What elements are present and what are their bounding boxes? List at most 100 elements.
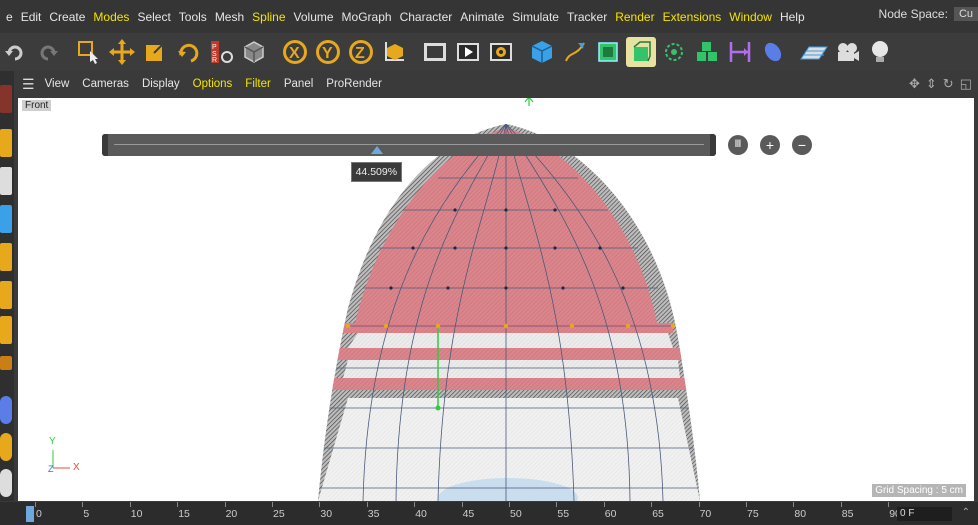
node-space-label: Node Space:	[878, 7, 948, 21]
viewport-front[interactable]: Front Ⅲ + − 44.509% Y Z X Grid Spacing :…	[18, 98, 974, 501]
timeline-tick: 80	[794, 508, 807, 520]
y-axis-icon[interactable]: Y	[313, 37, 343, 67]
timeline-tick: 0	[36, 508, 42, 520]
live-select-icon[interactable]	[74, 37, 104, 67]
timeline-tick-line	[461, 502, 463, 507]
menu-edit[interactable]: Edit	[21, 10, 50, 24]
viewport-menu-panel[interactable]: Panel	[284, 78, 313, 90]
menu-mograph[interactable]: MoGraph	[342, 10, 400, 24]
floor-icon[interactable]	[799, 37, 829, 67]
viewport-menu: ☰ View Cameras Display Options Filter Panel Pr…	[14, 72, 978, 96]
psr-icon[interactable]: PSR	[206, 37, 236, 67]
left-tool-strip	[0, 71, 14, 501]
menu-tracker[interactable]: Tracker	[567, 10, 615, 24]
menu-render[interactable]: Render	[615, 10, 662, 24]
viewport-menu-filter[interactable]: Filter	[245, 78, 271, 90]
cube-primitive-icon[interactable]	[527, 37, 557, 67]
menu-extensions[interactable]: Extensions	[663, 10, 730, 24]
polygons-mode-icon[interactable]	[0, 281, 12, 309]
menu-bar: e Edit Create Modes Select Tools Mesh Spline Vol…	[0, 0, 978, 34]
light-icon[interactable]	[865, 37, 895, 67]
undo-icon[interactable]	[0, 37, 30, 67]
z-axis-icon[interactable]: Z	[346, 37, 376, 67]
timeline-tick-line	[603, 502, 605, 507]
mesh-canvas[interactable]	[18, 98, 974, 501]
render-view-icon[interactable]	[453, 37, 483, 67]
camera-icon[interactable]	[832, 37, 862, 67]
timeline[interactable]: 0 5 10 15 20 25 30 35 40 45 50 55 60 65 70 75 80 85 90 0 F…	[0, 502, 978, 525]
slider-plus-button[interactable]: +	[760, 135, 780, 155]
slider-options-button[interactable]: Ⅲ	[728, 135, 748, 155]
timeline-tick: 35	[367, 508, 380, 520]
make-editable-icon[interactable]	[0, 85, 12, 113]
pen-spline-icon[interactable]	[560, 37, 590, 67]
menu-select[interactable]: Select	[137, 10, 178, 24]
x-axis-icon[interactable]: X	[280, 37, 310, 67]
menu-help[interactable]: Help	[780, 10, 813, 24]
cloner-icon[interactable]	[659, 37, 689, 67]
menu-window[interactable]: Window	[729, 10, 780, 24]
coord-system-icon[interactable]	[379, 37, 409, 67]
texture-mode-icon[interactable]	[0, 167, 12, 195]
points-mode-icon[interactable]	[0, 205, 12, 233]
viewport-menu-view[interactable]: View	[45, 78, 70, 90]
timeline-tick-line	[82, 502, 84, 507]
timeline-tick: 30	[320, 508, 333, 520]
menu-spline[interactable]: Spline	[252, 10, 293, 24]
menu-tools[interactable]: Tools	[179, 10, 215, 24]
viewport-menu-cameras[interactable]: Cameras	[82, 78, 129, 90]
snap-icon[interactable]	[0, 396, 12, 424]
menu-volume[interactable]: Volume	[294, 10, 342, 24]
slider-minus-button[interactable]: −	[792, 135, 812, 155]
slider-handle[interactable]	[370, 146, 383, 154]
viewport-menu-display[interactable]: Display	[142, 78, 180, 90]
menu-modes[interactable]: Modes	[93, 10, 137, 24]
node-space: Node Space: Cu	[879, 7, 978, 21]
move-icon[interactable]	[107, 37, 137, 67]
enable-axis-icon[interactable]	[0, 356, 12, 370]
timeline-tick: 40	[415, 508, 427, 520]
dolly-icon[interactable]: ⇕	[926, 76, 937, 92]
deformer-icon[interactable]	[758, 37, 788, 67]
menu-simulate[interactable]: Simulate	[512, 10, 567, 24]
viewport-nav: ✥ ⇕ ↻ ◱	[909, 76, 972, 92]
timeline-tick-line	[793, 502, 795, 507]
timeline-tick: 65	[652, 508, 664, 520]
node-space-select[interactable]: Cu	[953, 7, 978, 21]
current-frame-field[interactable]: 0 F	[897, 507, 952, 521]
render-region-icon[interactable]	[420, 37, 450, 67]
timeline-start-marker[interactable]	[26, 506, 34, 522]
orbit-icon[interactable]: ↻	[943, 76, 954, 92]
cube-recent-icon[interactable]	[239, 37, 269, 67]
svg-text:Z: Z	[355, 45, 365, 62]
menu-character[interactable]: Character	[400, 10, 461, 24]
menu-animate[interactable]: Animate	[460, 10, 512, 24]
axis-gizmo	[52, 450, 70, 469]
timeline-tick-line	[651, 502, 653, 507]
uv-mode-icon[interactable]	[0, 316, 12, 344]
redo-icon[interactable]	[33, 37, 63, 67]
menu-e[interactable]: e	[0, 10, 21, 24]
viewport-menu-prorender[interactable]: ProRender	[326, 78, 382, 90]
edges-mode-icon[interactable]	[0, 243, 12, 271]
pan-icon[interactable]: ✥	[909, 76, 920, 92]
slider-track[interactable]	[102, 134, 716, 156]
timeline-tick: 10	[130, 508, 143, 520]
boole-icon[interactable]	[725, 37, 755, 67]
scale-icon[interactable]	[140, 37, 170, 67]
model-mode-icon[interactable]	[0, 129, 12, 157]
extrude-icon[interactable]	[626, 37, 656, 67]
workplane-icon[interactable]	[0, 433, 12, 461]
frame-stepper[interactable]: ⌃	[962, 507, 970, 518]
mograph-icon[interactable]	[692, 37, 722, 67]
solo-icon[interactable]	[0, 469, 12, 497]
timeline-tick: 45	[462, 508, 475, 520]
subdivision-icon[interactable]	[593, 37, 623, 67]
menu-create[interactable]: Create	[49, 10, 93, 24]
render-settings-icon[interactable]	[486, 37, 516, 67]
viewport-menu-options[interactable]: Options	[193, 78, 233, 90]
rotate-icon[interactable]	[173, 37, 203, 67]
maximize-icon[interactable]: ◱	[960, 76, 972, 92]
menu-mesh[interactable]: Mesh	[215, 10, 252, 24]
hamburger-icon[interactable]: ☰	[22, 76, 35, 93]
